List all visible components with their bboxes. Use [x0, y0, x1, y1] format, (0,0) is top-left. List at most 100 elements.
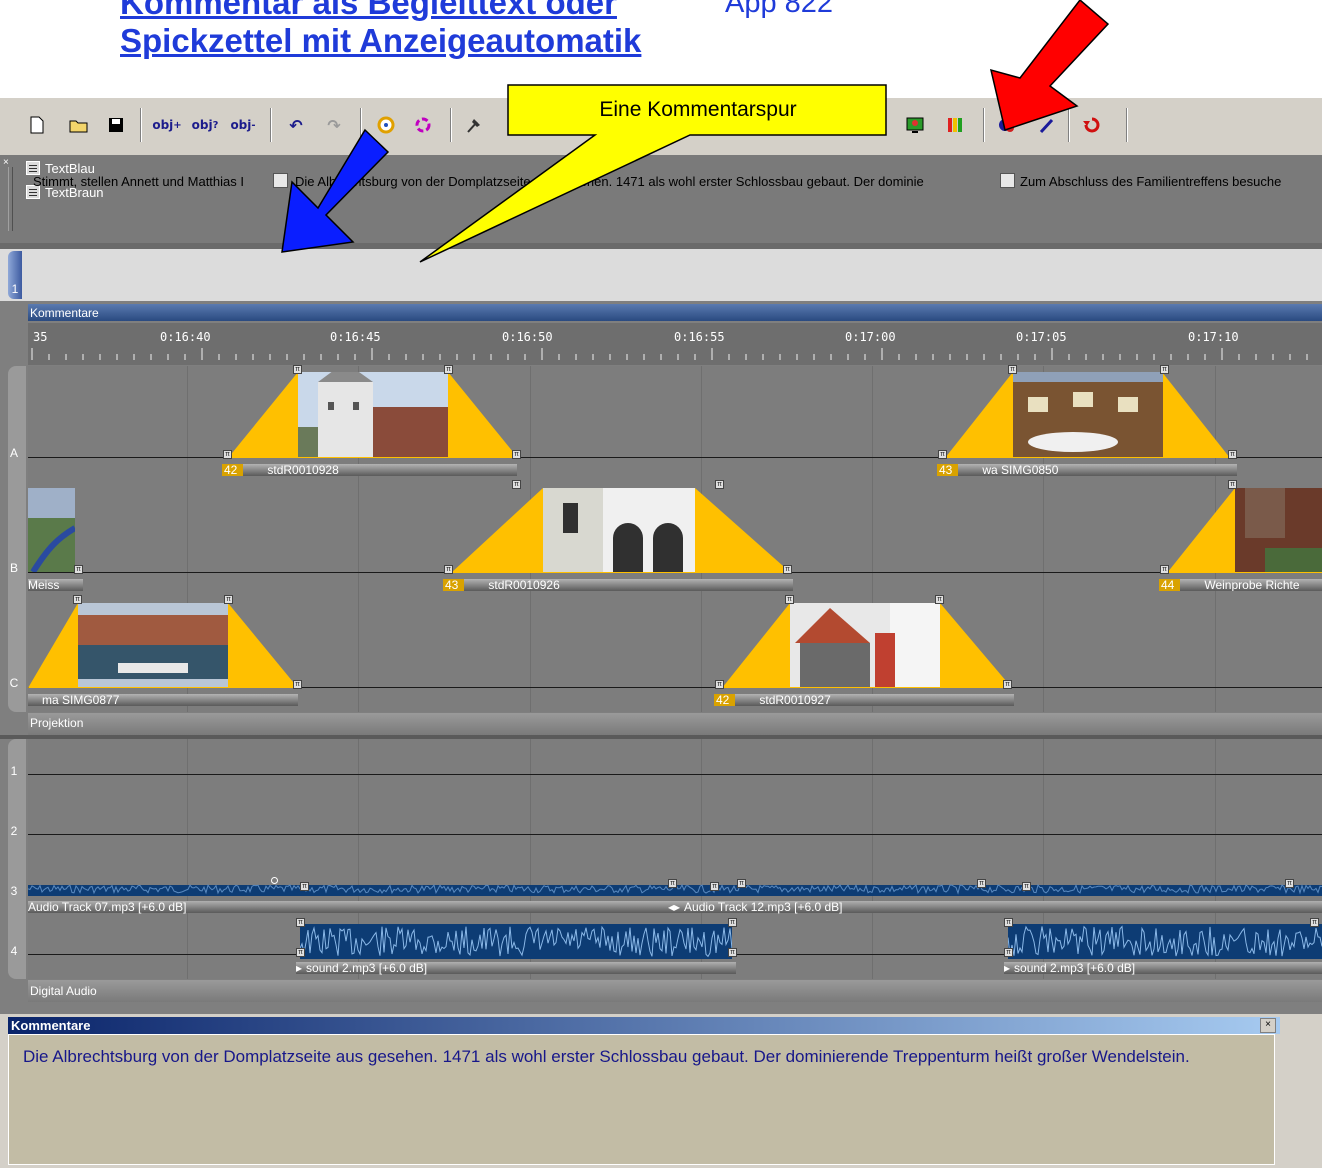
audio-marker[interactable]: π [1285, 879, 1294, 888]
audio-marker[interactable]: π [710, 882, 719, 891]
audio-marker[interactable]: π [1004, 948, 1013, 957]
clip-marker[interactable]: π [293, 365, 302, 374]
clip-thumbnail[interactable] [1235, 488, 1322, 572]
clip-marker[interactable]: π [715, 480, 724, 489]
audio-marker[interactable]: π [977, 879, 986, 888]
clip-thumbnail[interactable] [790, 603, 940, 687]
heading-line-1[interactable]: Kommentar als Begleittext oder [120, 0, 617, 22]
open-icon[interactable] [66, 112, 92, 138]
comment-segment-active[interactable]: Die Albrechtsburg von der Domplatzseite … [295, 174, 924, 189]
clip-marker[interactable]: π [935, 595, 944, 604]
clip-marker[interactable]: π [224, 595, 233, 604]
sync-icon[interactable] [1079, 112, 1105, 138]
audio-marker[interactable]: π [728, 948, 737, 957]
clip-bar[interactable]: 42 stdR0010928 [222, 464, 517, 476]
clip-bar[interactable]: Meiss [28, 579, 83, 591]
audio-marker[interactable]: π [296, 948, 305, 957]
clip-thumbnail[interactable] [298, 372, 448, 457]
save-icon[interactable] [103, 112, 129, 138]
audio-marker[interactable]: π [737, 879, 746, 888]
comment-segment[interactable]: Zum Abschluss des Familientreffens besuc… [1020, 174, 1281, 189]
clip-marker[interactable]: π [1228, 480, 1237, 489]
comment-segment[interactable]: Stimmt, stellen Annett und Matthias I [33, 174, 244, 189]
toolbar-separator [140, 108, 142, 142]
clip-bar[interactable]: 44 Weinprobe Richte [1159, 579, 1322, 591]
ruler-label: 0:17:10 [1188, 330, 1239, 344]
ruler-label: 35 [33, 330, 48, 344]
columns-icon[interactable] [942, 112, 968, 138]
audio-marker[interactable]: π [1022, 882, 1031, 891]
clip-thumbnail[interactable] [543, 488, 695, 572]
redo-icon[interactable]: ↷ [321, 112, 347, 138]
clip-marker[interactable]: π [938, 450, 947, 459]
clip-bar[interactable]: ma SIMG0877 [28, 694, 298, 706]
add-object-icon[interactable]: obj + [152, 112, 182, 138]
audio-marker[interactable]: π [296, 918, 305, 927]
heading-line-2[interactable]: Spickzettel mit Anzeigeautomatik [120, 22, 641, 60]
volume-handle[interactable] [271, 877, 278, 884]
audio-clip-bar[interactable]: ◂▸ Audio Track 12.mp3 [+6.0 dB] [668, 901, 1322, 913]
audio-header [28, 980, 1322, 1002]
ruler-label: 0:16:55 [674, 330, 725, 344]
toolbar-separator [1068, 108, 1070, 142]
audio-waveform[interactable] [1007, 924, 1322, 959]
image-icon[interactable] [902, 112, 928, 138]
audio-track-label: 3 [10, 884, 18, 898]
clip-marker[interactable]: π [1008, 365, 1017, 374]
audio-marker[interactable]: π [668, 879, 677, 888]
audio-label: Digital Audio [30, 984, 97, 998]
clip-marker[interactable]: π [73, 595, 82, 604]
track-label-c: C [9, 676, 19, 690]
audio-clip-bar[interactable]: Audio Track 07.mp3 [+6.0 dB] [28, 901, 668, 913]
clip-thumbnail[interactable] [78, 603, 228, 687]
close-icon[interactable]: × [1260, 1018, 1276, 1033]
toolbar-separator [450, 108, 452, 142]
panel-grip[interactable] [8, 167, 13, 231]
clip-marker[interactable]: π [783, 565, 792, 574]
audio-marker[interactable]: π [300, 882, 309, 891]
clip-bar[interactable]: 43 stdR0010926 [443, 579, 793, 591]
audio-track-label: 2 [10, 824, 18, 838]
clip-marker[interactable]: π [1160, 565, 1169, 574]
clip-marker[interactable]: π [1228, 450, 1237, 459]
audio-clip-bar[interactable]: ▸ sound 2.mp3 [+6.0 dB] [296, 962, 736, 974]
clip-thumbnail[interactable] [28, 488, 75, 572]
clip-marker[interactable]: π [785, 595, 794, 604]
clip-marker[interactable]: π [715, 680, 724, 689]
clip-marker[interactable]: π [444, 565, 453, 574]
clip-marker[interactable]: π [444, 365, 453, 374]
clip-marker[interactable]: π [293, 680, 302, 689]
object-info-icon[interactable]: obj? [190, 112, 220, 138]
comment-panel-text[interactable]: Die Albrechtsburg von der Domplatzseite … [8, 1034, 1275, 1165]
ruler-label: 0:17:00 [845, 330, 896, 344]
audio-marker[interactable]: π [1004, 918, 1013, 927]
projection-header [28, 713, 1322, 735]
toolbar-separator [983, 108, 985, 142]
audio-waveform[interactable] [299, 924, 733, 959]
clip-marker[interactable]: π [223, 450, 232, 459]
color-icon[interactable] [373, 112, 399, 138]
clip-marker[interactable]: π [74, 565, 83, 574]
tool-icon[interactable] [461, 112, 487, 138]
clip-bar[interactable]: 43 wa SIMG0850 [937, 464, 1237, 476]
new-icon[interactable] [24, 112, 50, 138]
comment-text-icon[interactable] [273, 173, 288, 188]
audio-marker[interactable]: π [728, 918, 737, 927]
clip-bar[interactable]: 42 stdR0010927 [714, 694, 1014, 706]
comment-text-icon[interactable] [1000, 173, 1015, 188]
remove-object-icon[interactable]: obj - [228, 112, 258, 138]
undo-icon[interactable]: ↶ [283, 112, 309, 138]
wand-icon[interactable] [1034, 112, 1060, 138]
record-icon[interactable] [994, 112, 1020, 138]
clip-marker[interactable]: π [512, 450, 521, 459]
clip-marker[interactable]: π [512, 480, 521, 489]
clip-thumbnail[interactable] [1013, 372, 1163, 457]
callout-text: Eine Kommentarspur [599, 98, 797, 121]
audio-clip-bar[interactable]: ▸ sound 2.mp3 [+6.0 dB] [1004, 962, 1322, 974]
toolbar-separator [270, 108, 272, 142]
track-label-b: B [9, 561, 18, 575]
clip-marker[interactable]: π [1003, 680, 1012, 689]
clip-marker[interactable]: π [1160, 365, 1169, 374]
effects-icon[interactable] [410, 112, 436, 138]
audio-marker[interactable]: π [1310, 918, 1319, 927]
